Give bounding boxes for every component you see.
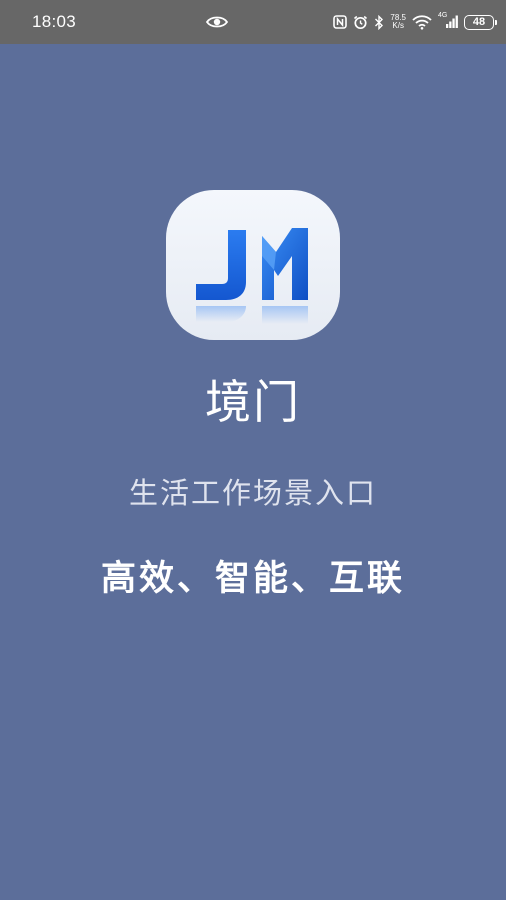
status-icons: 78.5 K/s 4G 48 bbox=[333, 0, 497, 44]
jm-logo-icon bbox=[196, 228, 308, 324]
battery-level: 48 bbox=[472, 16, 486, 28]
app-logo bbox=[166, 190, 340, 340]
app-name: 境门 bbox=[205, 375, 301, 429]
bluetooth-icon bbox=[374, 14, 384, 30]
wifi-icon bbox=[412, 14, 432, 30]
signal-icon: 4G bbox=[438, 12, 458, 29]
battery-icon: 48 bbox=[464, 14, 497, 30]
status-bar: 18:03 78.5 K/s 4G 48 bbox=[0, 0, 506, 44]
nfc-icon bbox=[333, 15, 348, 29]
network-speed-unit: K/s bbox=[392, 21, 404, 30]
network-speed: 78.5 K/s bbox=[390, 14, 406, 30]
app-slogan: 高效、智能、互联 bbox=[100, 559, 405, 599]
signal-type-label: 4G bbox=[438, 12, 448, 19]
app-tagline: 生活工作场景入口 bbox=[128, 476, 377, 510]
alarm-icon bbox=[353, 15, 368, 30]
eye-icon bbox=[205, 13, 229, 31]
status-time: 18:03 bbox=[32, 12, 77, 31]
